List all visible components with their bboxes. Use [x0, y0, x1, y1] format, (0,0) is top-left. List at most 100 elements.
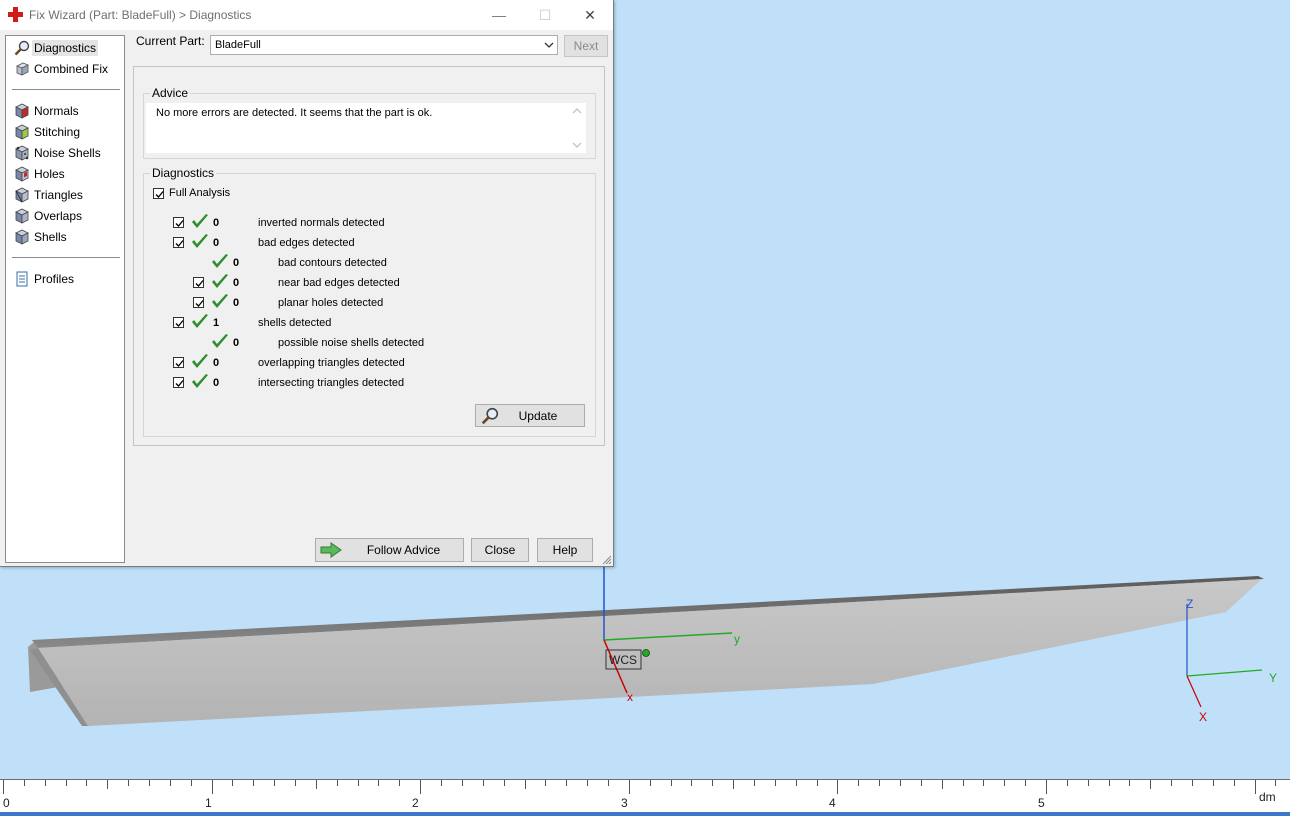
nav-label: Combined Fix	[34, 62, 109, 76]
green-check-icon	[192, 214, 208, 228]
full-analysis-checkbox[interactable]	[153, 188, 164, 199]
wcs-y-label: y	[734, 632, 740, 646]
red-cross-icon	[8, 7, 23, 22]
diag-label: near bad edges detected	[278, 277, 400, 289]
ruler-tick	[191, 780, 192, 786]
green-check-icon	[192, 354, 208, 368]
nav-item-overlaps[interactable]: Overlaps	[6, 206, 124, 227]
shells-checkbox[interactable]	[173, 317, 184, 328]
nav-item-combined-fix[interactable]: Combined Fix	[6, 59, 124, 80]
window-title: Fix Wizard (Part: BladeFull) > Diagnosti…	[29, 8, 252, 22]
ruler-tick	[462, 780, 463, 786]
help-button[interactable]: Help	[537, 538, 593, 562]
nav-item-triangles[interactable]: Triangles	[6, 185, 124, 206]
ruler: 0 1 2 3 4 5 dm	[0, 779, 1290, 813]
gizmo-x-label: X	[1199, 710, 1208, 724]
intersecting-triangles-checkbox[interactable]	[173, 377, 184, 388]
resize-grip-icon[interactable]	[602, 555, 612, 565]
inverted-normals-checkbox[interactable]	[173, 217, 184, 228]
ruler-unit: dm	[1259, 790, 1276, 804]
green-check-icon	[192, 374, 208, 388]
ruler-tick	[671, 780, 672, 786]
ruler-tick	[963, 780, 964, 786]
ruler-tick	[316, 780, 317, 789]
ruler-tick	[66, 780, 67, 786]
close-button[interactable]: Close	[471, 538, 529, 562]
advice-group-title: Advice	[150, 86, 191, 100]
next-button[interactable]: Next	[564, 35, 608, 57]
diag-count: 1	[213, 317, 220, 329]
wizard-nav: Diagnostics Combined Fix Normals Stitchi…	[5, 35, 125, 563]
ruler-tick	[1088, 780, 1089, 786]
ruler-label: 4	[829, 796, 836, 810]
ruler-label: 2	[412, 796, 419, 810]
nav-item-shells[interactable]: Shells	[6, 227, 124, 248]
wcs-x-label: x	[627, 690, 633, 704]
ruler-tick	[712, 780, 713, 786]
ruler-tick	[1192, 780, 1193, 786]
current-part-select[interactable]: BladeFull	[210, 35, 558, 55]
bad-edges-checkbox[interactable]	[173, 237, 184, 248]
ruler-tick	[232, 780, 233, 786]
ruler-tick	[212, 780, 213, 794]
magnifier-icon	[14, 40, 30, 56]
ruler-tick	[837, 780, 838, 794]
nav-item-noise-shells[interactable]: Noise Shells	[6, 143, 124, 164]
ruler-tick	[399, 780, 400, 786]
ruler-tick	[1067, 780, 1068, 786]
nav-item-holes[interactable]: Holes	[6, 164, 124, 185]
wcs-label: WCS	[609, 653, 637, 667]
nav-item-stitching[interactable]: Stitching	[6, 122, 124, 143]
gizmo-y-label: Y	[1269, 671, 1278, 685]
diag-label: bad edges detected	[258, 237, 355, 249]
planar-holes-checkbox[interactable]	[193, 297, 204, 308]
title-bar[interactable]: Fix Wizard (Part: BladeFull) > Diagnosti…	[0, 0, 613, 30]
ruler-tick	[107, 780, 108, 789]
ruler-tick	[796, 780, 797, 786]
diag-label: overlapping triangles detected	[258, 357, 405, 369]
nav-label: Normals	[34, 104, 79, 118]
ruler-tick	[587, 780, 588, 786]
ruler-tick	[1025, 780, 1026, 786]
ruler-tick	[691, 780, 692, 786]
ruler-tick	[1129, 780, 1130, 786]
green-check-icon	[192, 314, 208, 328]
ruler-tick	[441, 780, 442, 786]
diag-count: 0	[233, 277, 240, 289]
advice-scrollbar[interactable]	[570, 105, 584, 153]
ruler-tick	[545, 780, 546, 786]
ruler-tick	[775, 780, 776, 786]
follow-advice-label: Follow Advice	[366, 543, 441, 557]
maximize-button[interactable]: ☐	[522, 0, 568, 30]
ruler-label: 5	[1038, 796, 1045, 810]
ruler-tick	[253, 780, 254, 786]
update-button[interactable]: Update	[475, 404, 585, 427]
follow-advice-button[interactable]: Follow Advice	[315, 538, 464, 562]
nav-label: Shells	[34, 230, 67, 244]
overlapping-triangles-checkbox[interactable]	[173, 357, 184, 368]
nav-label: Holes	[34, 167, 65, 181]
shells-cube-icon	[15, 229, 29, 245]
diag-label: planar holes detected	[278, 297, 384, 309]
nav-item-normals[interactable]: Normals	[6, 101, 124, 122]
ruler-tick	[1255, 780, 1256, 794]
nav-divider	[12, 257, 120, 258]
ruler-tick	[566, 780, 567, 786]
diag-count: 0	[213, 237, 220, 249]
ruler-tick	[1171, 780, 1172, 786]
triangles-cube-icon	[15, 187, 29, 203]
ruler-tick	[337, 780, 338, 786]
diag-count: 0	[213, 357, 220, 369]
ruler-tick	[921, 780, 922, 786]
ruler-tick	[733, 780, 734, 789]
nav-item-diagnostics[interactable]: Diagnostics	[6, 38, 124, 59]
nav-item-profiles[interactable]: Profiles	[6, 269, 124, 290]
ruler-tick	[504, 780, 505, 786]
nav-label: Overlaps	[34, 209, 83, 223]
green-check-icon	[212, 334, 228, 348]
close-window-button[interactable]: ✕	[567, 0, 613, 30]
ruler-tick	[128, 780, 129, 786]
near-bad-edges-checkbox[interactable]	[193, 277, 204, 288]
ruler-label: 0	[3, 796, 10, 810]
minimize-button[interactable]: —	[476, 0, 522, 30]
